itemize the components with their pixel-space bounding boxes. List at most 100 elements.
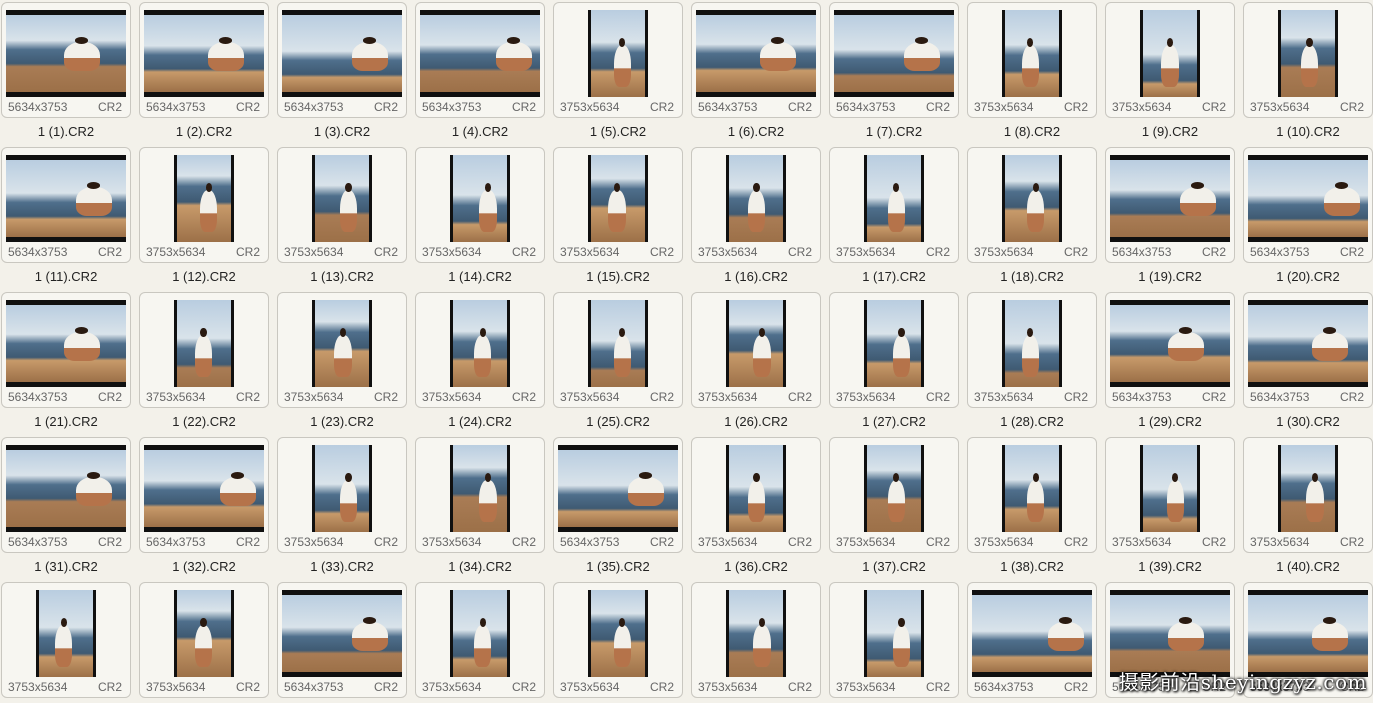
file-thumbnail[interactable]: 3753x5634 CR2 <box>1105 437 1235 553</box>
file-thumbnail[interactable]: 5634x3753 CR2 <box>277 2 407 118</box>
file-name[interactable]: 1 (11).CR2 <box>1 269 131 285</box>
photo-preview <box>1140 445 1200 532</box>
person-head <box>363 37 377 44</box>
file-thumbnail[interactable]: 3753x5634 CR2 <box>139 582 269 698</box>
file-thumbnail[interactable]: 3753x5634 CR2 <box>829 292 959 408</box>
thumbnail-grid: 5634x3753 CR2 1 (1).CR2 5634x3753 CR2 1 (2).C… <box>0 0 1373 703</box>
file-name[interactable]: 1 (13).CR2 <box>277 269 407 285</box>
file-extension: CR2 <box>97 245 122 259</box>
file-name[interactable]: 1 (38).CR2 <box>967 559 1097 575</box>
file-thumbnail[interactable]: 5634x3753 CR2 <box>829 2 959 118</box>
file-name[interactable]: 1 (19).CR2 <box>1105 269 1235 285</box>
file-name[interactable]: 1 (7).CR2 <box>829 124 959 140</box>
file-name[interactable]: 1 (15).CR2 <box>553 269 683 285</box>
file-name[interactable]: 1 (30).CR2 <box>1243 414 1373 430</box>
file-name[interactable]: 1 (35).CR2 <box>553 559 683 575</box>
file-thumbnail[interactable]: 3753x5634 CR2 <box>1105 2 1235 118</box>
file-thumbnail[interactable]: 5634x3753 CR2 <box>1105 147 1235 263</box>
file-thumbnail[interactable]: 5634x3753 CR2 <box>1243 147 1373 263</box>
file-name[interactable]: 1 (21).CR2 <box>1 414 131 430</box>
file-name[interactable]: 1 (4).CR2 <box>415 124 545 140</box>
file-thumbnail[interactable]: 3753x5634 CR2 <box>415 147 545 263</box>
file-thumbnail[interactable]: 3753x5634 CR2 <box>415 292 545 408</box>
file-name[interactable]: 1 (9).CR2 <box>1105 124 1235 140</box>
file-thumbnail[interactable]: 5634x3753 CR2 <box>553 437 683 553</box>
file-name[interactable]: 1 (6).CR2 <box>691 124 821 140</box>
file-name[interactable]: 1 (33).CR2 <box>277 559 407 575</box>
file-thumbnail[interactable]: 3753x5634 CR2 <box>967 2 1097 118</box>
file-name[interactable]: 1 (18).CR2 <box>967 269 1097 285</box>
file-thumbnail[interactable]: 5634x3753 CR2 <box>1243 292 1373 408</box>
image-dimensions: 3753x5634 <box>974 535 1034 549</box>
file-thumbnail[interactable]: 3753x5634 CR2 <box>553 292 683 408</box>
file-thumbnail[interactable]: 3753x5634 CR2 <box>967 147 1097 263</box>
file-thumbnail[interactable]: 5634x3753 CR2 <box>139 2 269 118</box>
file-extension: CR2 <box>649 245 674 259</box>
file-thumbnail[interactable]: 3753x5634 CR2 <box>415 437 545 553</box>
file-name[interactable]: 1 (37).CR2 <box>829 559 959 575</box>
file-thumbnail[interactable]: 3753x5634 CR2 <box>415 582 545 698</box>
file-thumbnail[interactable]: 3753x5634 CR2 <box>277 292 407 408</box>
person-head <box>1027 38 1034 48</box>
file-thumbnail[interactable]: 5634x3753 CR2 <box>415 2 545 118</box>
file-thumbnail[interactable]: 5634x3753 CR2 <box>139 437 269 553</box>
file-name[interactable]: 1 (25).CR2 <box>553 414 683 430</box>
file-thumbnail[interactable]: 3753x5634 CR2 <box>1243 2 1373 118</box>
file-thumbnail[interactable]: 3753x5634 CR2 <box>967 292 1097 408</box>
file-thumbnail[interactable]: 5634x3753 CR2 <box>691 2 821 118</box>
person-silhouette <box>892 618 911 667</box>
file-thumbnail[interactable]: 5634x3753 CR2 <box>1105 292 1235 408</box>
file-name[interactable]: 1 (40).CR2 <box>1243 559 1373 575</box>
file-thumbnail[interactable]: 3753x5634 CR2 <box>1 582 131 698</box>
file-name[interactable]: 1 (1).CR2 <box>1 124 131 140</box>
file-thumbnail[interactable]: 3753x5634 CR2 <box>553 2 683 118</box>
file-name[interactable]: 1 (31).CR2 <box>1 559 131 575</box>
file-name[interactable]: 1 (36).CR2 <box>691 559 821 575</box>
file-thumbnail[interactable]: 3753x5634 CR2 <box>691 582 821 698</box>
file-thumbnail[interactable]: 3753x5634 CR2 <box>553 147 683 263</box>
file-thumbnail[interactable]: 5634x3753 CR2 <box>277 582 407 698</box>
file-thumbnail[interactable]: 5634x3753 CR2 <box>967 582 1097 698</box>
file-thumbnail[interactable]: 5634x3753 CR2 <box>1 292 131 408</box>
file-name[interactable]: 1 (16).CR2 <box>691 269 821 285</box>
file-thumbnail[interactable]: 3753x5634 CR2 <box>829 582 959 698</box>
file-name[interactable]: 1 (5).CR2 <box>553 124 683 140</box>
file-extension: CR2 <box>787 680 812 694</box>
file-name[interactable]: 1 (27).CR2 <box>829 414 959 430</box>
file-name[interactable]: 1 (26).CR2 <box>691 414 821 430</box>
photo-preview <box>834 10 954 97</box>
file-thumbnail[interactable]: 3753x5634 CR2 <box>691 292 821 408</box>
file-name[interactable]: 1 (34).CR2 <box>415 559 545 575</box>
file-thumbnail[interactable]: 3753x5634 CR2 <box>691 437 821 553</box>
file-name[interactable]: 1 (3).CR2 <box>277 124 407 140</box>
file-thumbnail[interactable]: 3753x5634 CR2 <box>139 292 269 408</box>
file-name[interactable]: 1 (29).CR2 <box>1105 414 1235 430</box>
file-thumbnail[interactable]: 3753x5634 CR2 <box>691 147 821 263</box>
file-name[interactable]: 1 (20).CR2 <box>1243 269 1373 285</box>
file-thumbnail[interactable]: 3753x5634 CR2 <box>1243 437 1373 553</box>
file-name[interactable]: 1 (23).CR2 <box>277 414 407 430</box>
file-name[interactable]: 1 (14).CR2 <box>415 269 545 285</box>
file-thumbnail[interactable]: 3753x5634 CR2 <box>967 437 1097 553</box>
file-name[interactable]: 1 (32).CR2 <box>139 559 269 575</box>
file-name[interactable]: 1 (22).CR2 <box>139 414 269 430</box>
file-thumbnail[interactable]: 3753x5634 CR2 <box>829 147 959 263</box>
file-name[interactable]: 1 (8).CR2 <box>967 124 1097 140</box>
file-thumbnail[interactable]: 3753x5634 CR2 <box>553 582 683 698</box>
file-extension: CR2 <box>925 100 950 114</box>
file-name[interactable]: 1 (2).CR2 <box>139 124 269 140</box>
file-name[interactable]: 1 (17).CR2 <box>829 269 959 285</box>
file-thumbnail[interactable]: 3753x5634 CR2 <box>829 437 959 553</box>
file-thumbnail[interactable]: 3753x5634 CR2 <box>277 437 407 553</box>
file-name[interactable]: 1 (24).CR2 <box>415 414 545 430</box>
file-thumbnail[interactable]: 3753x5634 CR2 <box>139 147 269 263</box>
file-name[interactable]: 1 (28).CR2 <box>967 414 1097 430</box>
file-name[interactable]: 1 (12).CR2 <box>139 269 269 285</box>
file-thumbnail[interactable]: 5634x3753 CR2 <box>1 2 131 118</box>
file-thumbnail[interactable]: 5634x3753 CR2 <box>1 147 131 263</box>
file-name[interactable]: 1 (39).CR2 <box>1105 559 1235 575</box>
file-name[interactable]: 1 (10).CR2 <box>1243 124 1373 140</box>
file-thumbnail[interactable]: 3753x5634 CR2 <box>277 147 407 263</box>
photo-preview <box>1248 300 1368 387</box>
file-thumbnail[interactable]: 5634x3753 CR2 <box>1 437 131 553</box>
